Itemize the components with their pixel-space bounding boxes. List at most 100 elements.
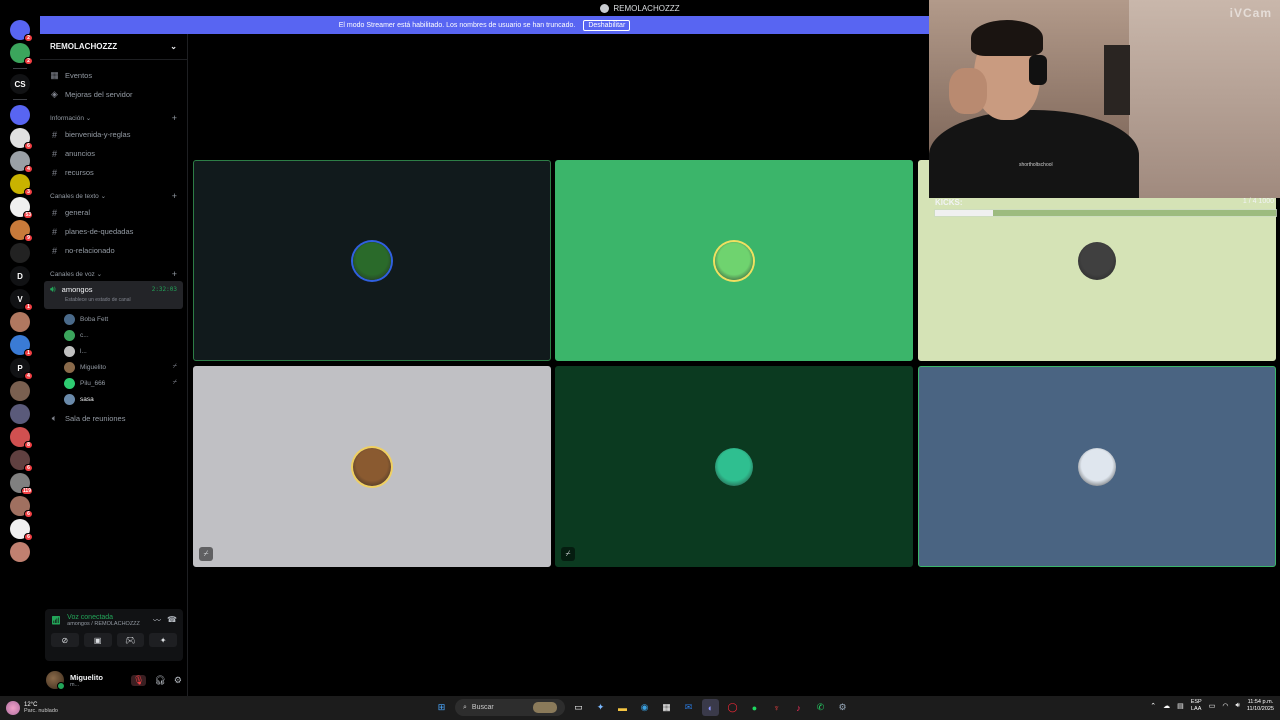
windows-start-icon[interactable]: ⊞ (433, 699, 450, 716)
avatar[interactable] (46, 671, 65, 690)
channel-status[interactable]: Establece un estado de canal (50, 297, 177, 303)
server-icon[interactable]: P4 (10, 358, 33, 380)
text-channel[interactable]: # general (40, 203, 187, 222)
server-icon[interactable]: D (10, 266, 30, 286)
screen-share-button[interactable]: ▣ (83, 633, 112, 647)
file-explorer-icon[interactable]: ▬ (614, 699, 631, 716)
text-channel[interactable]: # bienvenida-y-reglas (40, 125, 187, 144)
server-icon[interactable]: CS (10, 74, 30, 94)
sidebar-item[interactable]: ▦ Eventos (40, 66, 187, 85)
taskbar-search[interactable]: ⌕ Buscar (455, 699, 565, 716)
noise-suppression-icon[interactable]: 〰 (153, 615, 161, 626)
category-header[interactable]: Información ⌄ + (40, 110, 187, 125)
server-icon[interactable]: 9 (10, 220, 33, 242)
monitor-icon[interactable]: ▭ (1209, 702, 1216, 710)
tiktok-icon[interactable]: ♪ (790, 699, 807, 716)
mail-icon[interactable]: ✉ (680, 699, 697, 716)
notification-badge: 6 (24, 142, 33, 150)
channel-label: anuncios (65, 149, 96, 158)
language-indicator[interactable]: ESP LAA (1191, 699, 1202, 713)
text-channel[interactable]: # planes-de-quedadas (40, 222, 187, 241)
voice-user[interactable]: c... (40, 327, 187, 343)
server-icon[interactable]: 1 (10, 335, 33, 357)
activity-button[interactable]: 🎮︎ (116, 633, 145, 647)
voice-user[interactable]: Boba Fett (40, 311, 187, 327)
mic-muted-icon[interactable]: 🎙︎ (131, 674, 147, 686)
server-icon[interactable]: 8 (10, 427, 33, 449)
voice-connected-subtitle[interactable]: amongos / REMOLACHOZZZ (67, 621, 140, 627)
video-tile[interactable]: ⌿ (193, 366, 551, 567)
server-icon[interactable] (10, 381, 30, 401)
add-channel-icon[interactable]: + (172, 269, 177, 279)
gear-icon[interactable]: ⚙ (174, 675, 182, 686)
server-icon[interactable]: 53 (10, 197, 33, 219)
user-status: m... (70, 681, 80, 688)
video-tile[interactable] (193, 160, 551, 361)
whatsapp-icon[interactable]: ✆ (812, 699, 829, 716)
server-icon[interactable]: 2 (10, 20, 33, 42)
discord-icon[interactable]: ◐ (702, 699, 719, 716)
server-icon[interactable]: 6 (10, 128, 33, 150)
voice-channel-amongos[interactable]: 🔊︎ amongos 2:32:03 Establece un estado d… (44, 281, 183, 309)
add-channel-icon[interactable]: + (172, 113, 177, 123)
avatar (353, 241, 391, 280)
server-icon[interactable]: 2 (10, 43, 33, 65)
wifi-icon[interactable]: ◠ (1222, 702, 1228, 710)
lang-top: ESP (1190, 699, 1202, 705)
server-icon[interactable]: 119 (10, 473, 33, 495)
kicks-value: 1 / 4 1000 (1242, 198, 1274, 205)
server-icon[interactable]: 6 (10, 519, 33, 541)
video-tile[interactable] (555, 160, 913, 361)
sidebar-item[interactable]: ◈ Mejoras del servidor (40, 85, 187, 104)
category-header[interactable]: Canales de texto ⌄ + (40, 188, 187, 203)
clock[interactable]: 11:54 p.m. 11/10/2025 (1247, 699, 1274, 713)
server-icon[interactable]: 4 (10, 151, 33, 173)
server-initials: CS (14, 79, 26, 89)
weather-widget[interactable]: 12°C Parc. nublado (0, 701, 58, 715)
edge-icon[interactable]: ◉ (636, 699, 653, 716)
steam-icon[interactable]: ⚙ (834, 699, 851, 716)
cloud-icon[interactable]: ☁ (1163, 702, 1170, 710)
copilot-icon[interactable]: ✦ (592, 699, 609, 716)
network-icon[interactable]: ▤ (1177, 702, 1184, 710)
text-channel[interactable]: # recursos (40, 163, 187, 182)
voice-user[interactable]: Miguelito ⌿ (40, 359, 187, 375)
server-icon[interactable]: 6 (10, 496, 33, 518)
server-icon[interactable]: V1 (10, 289, 33, 311)
text-channel[interactable]: # no-relacionado (40, 241, 187, 260)
headphones-icon[interactable]: 🎧︎ (154, 675, 165, 686)
opera-icon[interactable]: ◯ (724, 699, 741, 716)
voice-user[interactable]: sasa (40, 391, 187, 407)
server-header[interactable]: REMOLACHOZZZ ⌄ (40, 34, 187, 60)
server-icon[interactable] (10, 404, 30, 424)
voice-user[interactable]: Pilu_666 ⌿ (40, 375, 187, 391)
server-icon[interactable] (10, 105, 30, 125)
text-channel[interactable]: # anuncios (40, 144, 187, 163)
spotify-icon[interactable]: ● (746, 699, 763, 716)
chevron-up-icon[interactable]: ⌃ (1150, 702, 1156, 710)
server-icon[interactable]: 6 (10, 450, 33, 472)
camera-button[interactable]: ⊘ (51, 633, 79, 647)
store-icon[interactable]: ▦ (658, 699, 675, 716)
shirt-text: shortholtschool (1019, 162, 1053, 168)
voice-channel-sala[interactable]: 🔈︎ Sala de reuniones (40, 409, 187, 428)
voice-user[interactable]: l... (40, 343, 187, 359)
banner-text: El modo Streamer está habilitado. Los no… (338, 21, 576, 29)
add-channel-icon[interactable]: + (172, 191, 177, 201)
app-icon[interactable]: ♆ (768, 699, 785, 716)
speaker-icon: 🔈︎ (51, 413, 58, 423)
volume-icon[interactable]: 🔊︎ (1235, 702, 1239, 710)
mic-muted-icon: ⌿ (199, 547, 213, 561)
soundboard-button[interactable]: ✦ (149, 633, 177, 647)
disable-streamer-button[interactable]: Deshabilitar (583, 19, 631, 31)
server-icon[interactable] (10, 243, 30, 263)
task-view-icon[interactable]: ▭ (570, 699, 587, 716)
video-tile[interactable] (918, 366, 1276, 567)
voice-user-name: Boba Fett (80, 315, 109, 323)
server-icon[interactable] (10, 542, 30, 562)
video-tile[interactable]: ⌿ (555, 366, 913, 567)
server-icon[interactable]: 3 (10, 174, 33, 196)
server-icon[interactable] (10, 312, 30, 332)
disconnect-icon[interactable]: ☎ (167, 615, 177, 626)
category-voice[interactable]: Canales de voz ⌄ + (40, 266, 187, 281)
